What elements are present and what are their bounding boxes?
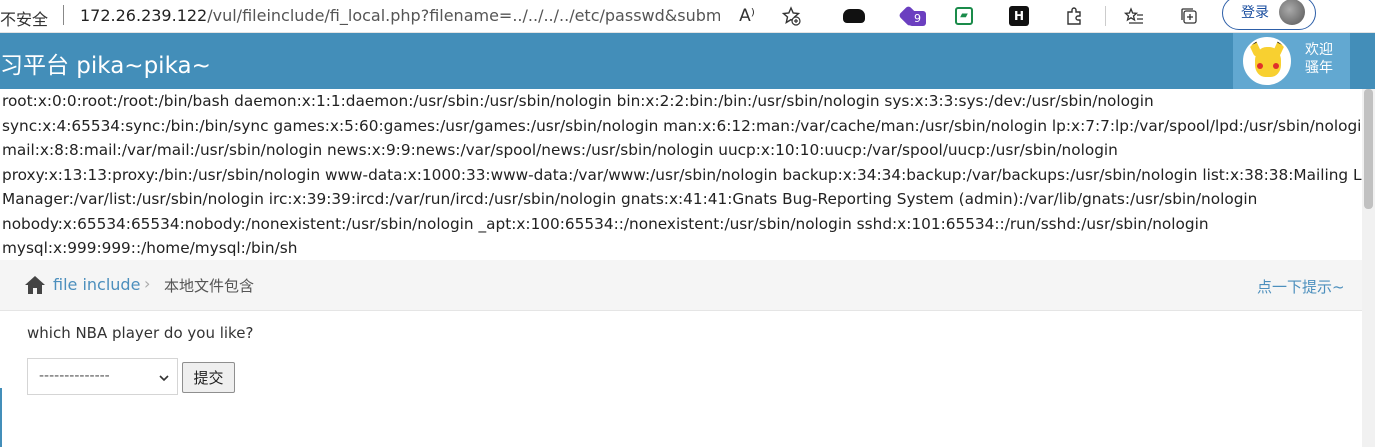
hint-link[interactable]: 点一下提示~ [1257, 276, 1345, 297]
breadcrumb-current: 本地文件包含 [164, 277, 255, 295]
toolbar-divider [1105, 6, 1106, 26]
output-line: mail:x:8:8:mail:/var/mail:/usr/sbin/nolo… [2, 141, 1118, 159]
player-select[interactable]: -------------- [27, 358, 178, 395]
read-aloud-icon[interactable]: A⁾ [734, 3, 760, 29]
user-menu[interactable]: 欢迎 骚年 [1233, 33, 1350, 89]
breadcrumb-link-file-include[interactable]: file include [53, 275, 140, 294]
chevron-down-icon [158, 369, 170, 382]
output-line: nobody:x:65534:65534:nobody:/nonexistent… [2, 214, 1209, 233]
extensions-puzzle-icon[interactable] [1061, 3, 1087, 29]
profile-avatar [1279, 0, 1305, 25]
output-line: sync:x:4:65534:sync:/bin:/bin/sync games… [2, 116, 1364, 135]
url-path: /vul/fileinclude/fi_local.php?filename=.… [207, 6, 720, 25]
sidebar-edge [0, 388, 2, 447]
select-value: -------------- [39, 368, 110, 384]
output-line: Manager:/var/list:/usr/sbin/nologin irc:… [2, 190, 1258, 208]
url-host: 172.26.239.122 [80, 6, 208, 25]
favorites-icon[interactable] [1121, 3, 1147, 29]
home-icon[interactable] [24, 275, 46, 295]
extension-green-icon[interactable]: ▰ [951, 3, 977, 29]
output-line: proxy:x:13:13:proxy:/bin:/usr/sbin/nolog… [2, 165, 1364, 184]
output-line: mysql:x:999:999::/home/mysql:/bin/sh [2, 239, 298, 257]
address-bar[interactable]: 172.26.239.122/vul/fileinclude/fi_local.… [80, 6, 720, 25]
add-favorite-icon[interactable] [778, 3, 804, 29]
welcome-text: 欢迎 骚年 [1305, 42, 1333, 76]
page-scrollbar[interactable] [1362, 89, 1375, 447]
output-line: root:x:0:0:root:/root:/bin/bash daemon:x… [2, 92, 1154, 110]
submit-button[interactable]: 提交 [182, 362, 235, 393]
scrollbar-thumb[interactable] [1364, 89, 1373, 209]
file-output: root:x:0:0:root:/root:/bin/bash daemon:x… [2, 89, 1364, 261]
form-question: which NBA player do you like? [27, 324, 254, 342]
extension-h-icon[interactable]: H [1006, 3, 1032, 29]
breadcrumb: file include › 本地文件包含 点一下提示~ [0, 260, 1362, 311]
extension-bear-icon[interactable] [841, 3, 867, 29]
security-warning[interactable]: 不安全 [0, 6, 48, 30]
divider [63, 5, 64, 25]
login-label: 登录 [1241, 5, 1269, 21]
browser-toolbar: 不安全 172.26.239.122/vul/fileinclude/fi_lo… [0, 0, 1375, 33]
collections-icon[interactable] [1176, 3, 1202, 29]
app-title: 练习平台 pika~pika~ [0, 53, 211, 79]
app-header: 练习平台 pika~pika~ 欢迎 骚年 [0, 33, 1375, 89]
chevron-right-icon: › [144, 274, 151, 293]
login-button[interactable]: 登录 [1222, 0, 1316, 30]
user-avatar [1243, 37, 1291, 85]
extension-badge: 9 [909, 11, 926, 26]
